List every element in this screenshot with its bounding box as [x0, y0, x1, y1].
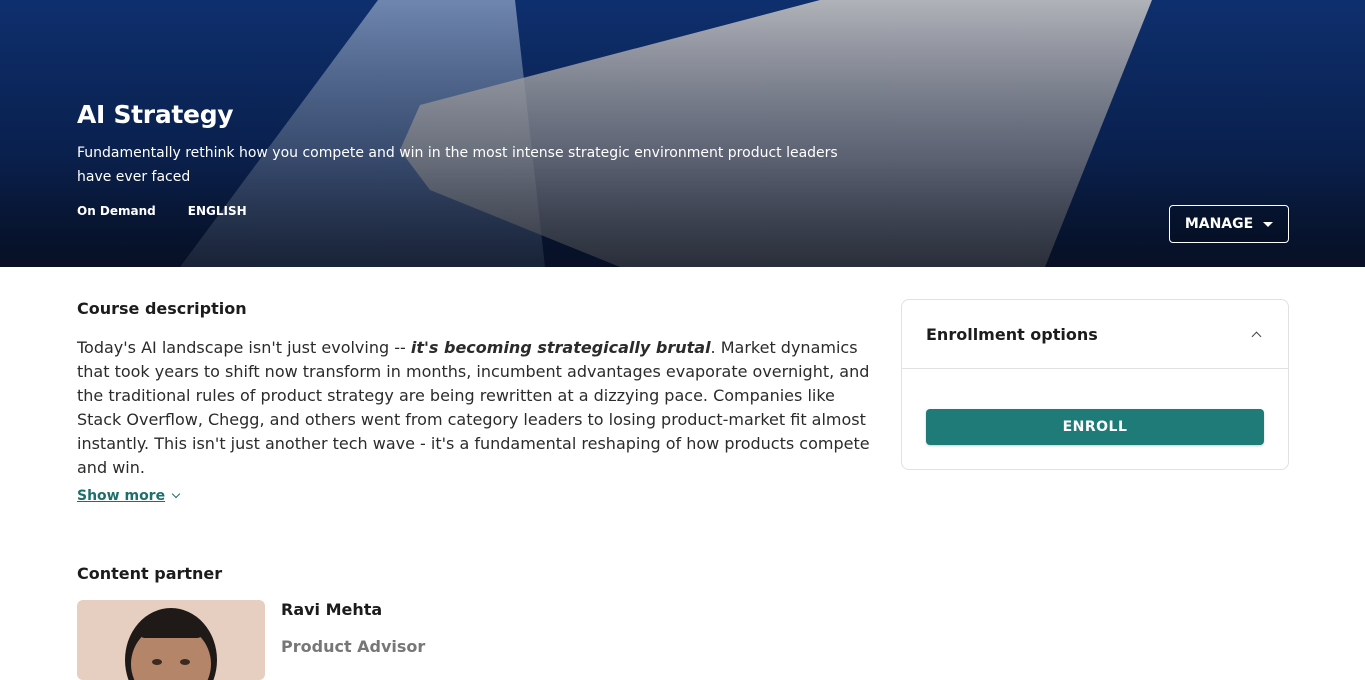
- course-description-text: Today's AI landscape isn't just evolving…: [77, 336, 879, 480]
- hero-shade-overlay: [0, 0, 1365, 267]
- show-more-link[interactable]: Show more: [77, 488, 181, 504]
- manage-button-label: MANAGE: [1184, 216, 1254, 232]
- chevron-up-icon[interactable]: [1251, 331, 1262, 341]
- enrollment-options-header[interactable]: Enrollment options: [902, 300, 1288, 369]
- manage-button[interactable]: MANAGE: [1169, 205, 1289, 243]
- enrollment-options-card: Enrollment options ENROLL: [901, 299, 1289, 470]
- partner-name: Ravi Mehta: [281, 600, 383, 619]
- enroll-button[interactable]: ENROLL: [926, 409, 1264, 445]
- description-emphasis: it's becoming strategically brutal: [410, 338, 711, 357]
- course-hero-banner: AI Strategy Fundamentally rethink how yo…: [0, 0, 1365, 267]
- partner-role: Product Advisor: [281, 637, 426, 656]
- show-more-label: Show more: [77, 488, 166, 504]
- course-language: ENGLISH: [187, 204, 247, 218]
- chevron-down-icon: [171, 489, 181, 499]
- course-description-heading: Course description: [77, 299, 247, 318]
- course-meta: On Demand ENGLISH: [77, 204, 247, 218]
- enrollment-options-title: Enrollment options: [926, 324, 1098, 344]
- description-text-start: Today's AI landscape isn't just evolving…: [77, 338, 411, 357]
- partner-portrait-image: [125, 608, 217, 680]
- content-partner-heading: Content partner: [77, 564, 223, 583]
- course-title: AI Strategy: [77, 100, 234, 129]
- course-format: On Demand: [77, 204, 156, 218]
- course-subtitle: Fundamentally rethink how you compete an…: [77, 145, 838, 185]
- partner-avatar: [77, 600, 265, 680]
- description-text-end: . Market dynamics that took years to shi…: [77, 338, 870, 477]
- caret-down-icon: [1263, 221, 1274, 227]
